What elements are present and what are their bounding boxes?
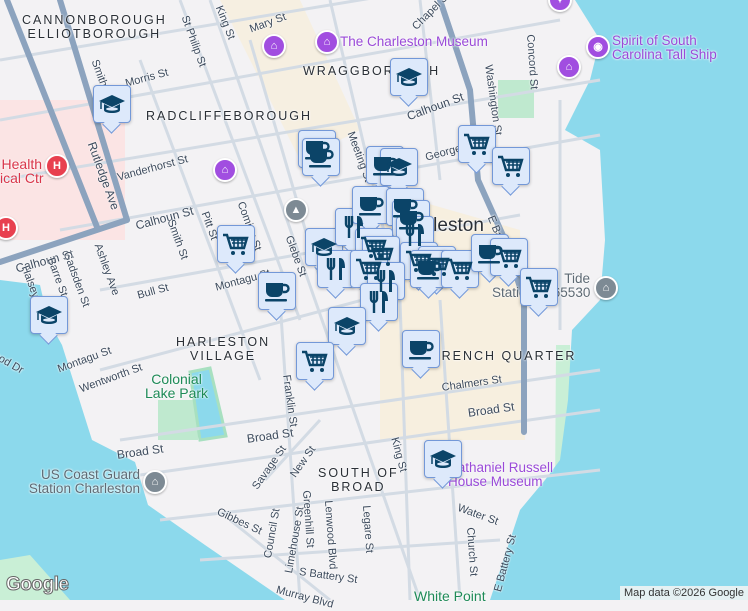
grocery-cart-icon	[446, 255, 474, 283]
grocery-marker[interactable]	[492, 147, 530, 185]
restaurant-marker[interactable]	[317, 250, 355, 288]
school-poi-icon[interactable]: ▲	[284, 198, 308, 222]
cafe-marker[interactable]	[402, 330, 440, 368]
museum-icon[interactable]: ⌂	[213, 158, 237, 182]
poi-label-tall-ship[interactable]: Spirit of South Carolina Tall Ship	[612, 34, 717, 62]
cafe-marker[interactable]	[352, 186, 390, 224]
school-icon	[333, 312, 361, 340]
poi-label-charleston-museum[interactable]: The Charleston Museum	[340, 35, 488, 49]
grocery-marker[interactable]	[520, 268, 558, 306]
hospital-icon[interactable]: H	[45, 154, 69, 178]
grocery-marker[interactable]	[490, 238, 528, 276]
cafe-icon	[415, 255, 443, 283]
school-icon	[395, 63, 423, 91]
google-logo: Google	[5, 574, 69, 596]
school-icon	[385, 153, 413, 181]
cafe-icon	[407, 335, 435, 363]
cafe-icon	[307, 143, 335, 171]
commercial-area	[220, 0, 360, 160]
grocery-cart-icon	[525, 273, 553, 301]
museum-icon[interactable]: ⌂	[315, 30, 339, 54]
cafe-marker[interactable]	[258, 272, 296, 310]
poi-label-white-point[interactable]: White Point	[414, 589, 486, 603]
neighborhood-label: HARLESTON VILLAGE	[176, 335, 271, 363]
grocery-cart-icon	[495, 243, 523, 271]
grocery-cart-icon	[463, 130, 491, 158]
school-marker[interactable]	[328, 307, 366, 345]
neighborhood-label: FRENCH QUARTER	[432, 349, 577, 363]
map-attribution: Map data ©2026 Google	[619, 586, 748, 600]
school-marker[interactable]	[424, 440, 462, 478]
grocery-cart-icon	[497, 152, 525, 180]
school-marker[interactable]	[30, 296, 68, 334]
grocery-marker[interactable]	[296, 342, 334, 380]
restaurant-icon	[401, 221, 429, 249]
poi-label-coast-guard[interactable]: US Coast Guard Station Charleston	[20, 468, 140, 496]
camera-icon[interactable]: ◉	[586, 35, 610, 59]
school-marker[interactable]	[93, 85, 131, 123]
grocery-cart-icon	[222, 230, 250, 258]
neighborhood-label: SOUTH OF BROAD	[318, 466, 399, 494]
museum-icon[interactable]: ⌂	[262, 34, 286, 58]
museum-icon[interactable]: ⌂	[557, 55, 581, 79]
neighborhood-label: RADCLIFFEBOROUGH	[146, 109, 313, 123]
school-icon	[35, 301, 63, 329]
cafe-marker[interactable]	[302, 138, 340, 176]
coast-guard-icon[interactable]: ⌂	[143, 470, 167, 494]
restaurant-marker[interactable]	[360, 283, 398, 321]
restaurant-icon	[322, 255, 350, 283]
cafe-marker[interactable]	[410, 250, 448, 288]
restaurant-icon	[365, 288, 393, 316]
cafe-icon	[263, 277, 291, 305]
neighborhood-label: CANNONBOROUGH ELLIOTBOROUGH	[22, 13, 167, 41]
poi-label-russell-house[interactable]: Nathaniel Russell House Museum	[448, 461, 553, 489]
cafe-icon	[357, 191, 385, 219]
grocery-marker[interactable]	[458, 125, 496, 163]
school-icon	[429, 445, 457, 473]
grocery-cart-icon	[301, 347, 329, 375]
tide-station-icon[interactable]: ⌂	[594, 276, 618, 300]
school-marker[interactable]	[390, 58, 428, 96]
grocery-marker[interactable]	[441, 250, 479, 288]
poi-label-colonial-lake[interactable]: Colonial Lake Park	[145, 372, 208, 400]
grocery-marker[interactable]	[217, 225, 255, 263]
school-icon	[98, 90, 126, 118]
poi-label-hospital[interactable]: Health ical Ctr	[0, 157, 44, 185]
school-marker[interactable]	[380, 148, 418, 186]
